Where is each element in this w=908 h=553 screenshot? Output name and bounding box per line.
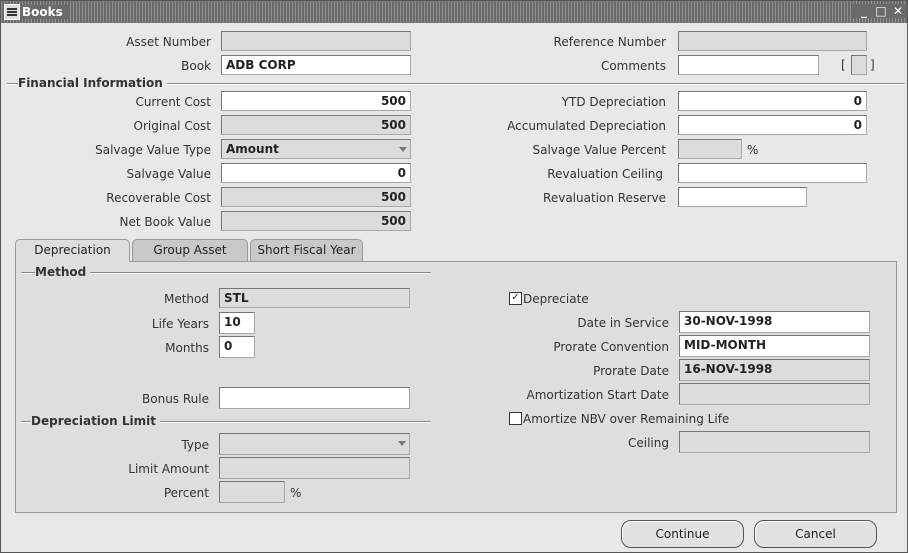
date-in-service-label: Date in Service bbox=[577, 316, 669, 330]
prorate-date-field[interactable]: 16-NOV-1998 bbox=[679, 359, 870, 381]
amortize-nbv-label: Amortize NBV over Remaining Life bbox=[523, 412, 730, 426]
asset-number-label: Asset Number bbox=[126, 35, 211, 49]
limit-percent-field[interactable] bbox=[219, 481, 285, 503]
limit-amount-field[interactable] bbox=[219, 457, 410, 479]
salvage-percent-sign: % bbox=[747, 143, 759, 157]
current-cost-field[interactable]: 500 bbox=[221, 91, 411, 111]
books-window: Books _ □ ✕ Asset Number Reference Numbe… bbox=[0, 0, 908, 553]
original-cost-field[interactable]: 500 bbox=[221, 115, 411, 135]
revaluation-reserve-field[interactable] bbox=[678, 187, 807, 207]
prorate-convention-field[interactable]: MID-MONTH bbox=[679, 335, 870, 357]
prorate-date-label: Prorate Date bbox=[593, 364, 669, 378]
reference-number-field[interactable] bbox=[678, 31, 867, 51]
cancel-button[interactable]: Cancel bbox=[754, 520, 877, 548]
comments-label: Comments bbox=[600, 59, 666, 73]
limit-type-select[interactable] bbox=[219, 433, 410, 455]
continue-button[interactable]: Continue bbox=[621, 520, 744, 548]
ceiling-label: Ceiling bbox=[628, 436, 669, 450]
limit-type-label: Type bbox=[181, 438, 209, 452]
bonus-rule-field[interactable] bbox=[219, 387, 410, 409]
salvage-value-type-value: Amount bbox=[226, 142, 279, 156]
current-cost-label: Current Cost bbox=[135, 95, 211, 109]
ytd-depreciation-label: YTD Depreciation bbox=[561, 95, 666, 109]
salvage-value-percent-field[interactable] bbox=[678, 139, 742, 159]
amortization-start-date-field[interactable] bbox=[679, 383, 870, 405]
prorate-convention-label: Prorate Convention bbox=[553, 340, 669, 354]
reference-number-label: Reference Number bbox=[553, 35, 666, 49]
limit-percent-sign: % bbox=[290, 486, 302, 500]
depreciate-label: Depreciate bbox=[523, 292, 589, 306]
descriptive-flexfield[interactable] bbox=[851, 55, 867, 75]
maximize-icon[interactable]: □ bbox=[874, 4, 888, 18]
revaluation-reserve-label: Revaluation Reserve bbox=[543, 191, 666, 205]
limit-percent-label: Percent bbox=[163, 486, 209, 500]
minimize-icon[interactable]: _ bbox=[857, 4, 871, 18]
tab-short-fiscal-year[interactable]: Short Fiscal Year bbox=[250, 239, 363, 261]
ytd-depreciation-field[interactable]: 0 bbox=[678, 91, 867, 111]
original-cost-label: Original Cost bbox=[133, 119, 211, 133]
net-book-value-field[interactable]: 500 bbox=[221, 211, 411, 231]
book-label: Book bbox=[181, 59, 211, 73]
limit-amount-label: Limit Amount bbox=[128, 462, 209, 476]
dropdown-arrow-icon[interactable] bbox=[399, 147, 407, 152]
amortize-nbv-checkbox[interactable] bbox=[509, 412, 522, 425]
dropdown-arrow-icon[interactable] bbox=[398, 441, 406, 446]
method-label: Method bbox=[163, 292, 209, 306]
window-menu-icon[interactable] bbox=[4, 4, 20, 20]
close-icon[interactable]: ✕ bbox=[891, 4, 905, 18]
recoverable-cost-label: Recoverable Cost bbox=[106, 191, 211, 205]
method-section-title: Method bbox=[35, 265, 91, 279]
accumulated-depreciation-field[interactable]: 0 bbox=[678, 115, 867, 135]
salvage-value-type-select[interactable]: Amount bbox=[221, 139, 411, 159]
flexfield-bracket-close: ] bbox=[870, 58, 875, 72]
method-field[interactable]: STL bbox=[219, 288, 410, 308]
window-title: Books bbox=[22, 5, 69, 19]
depreciate-checkbox[interactable]: ✓ bbox=[509, 292, 522, 305]
date-in-service-field[interactable]: 30-NOV-1998 bbox=[679, 311, 870, 333]
life-years-field[interactable]: 10 bbox=[219, 312, 255, 334]
months-label: Months bbox=[165, 341, 209, 355]
salvage-value-label: Salvage Value bbox=[126, 167, 211, 181]
revaluation-ceiling-field[interactable] bbox=[678, 163, 867, 183]
revaluation-ceiling-label: Revaluation Ceiling bbox=[547, 167, 663, 181]
months-field[interactable]: 0 bbox=[219, 336, 255, 358]
net-book-value-label: Net Book Value bbox=[119, 215, 211, 229]
asset-number-field[interactable] bbox=[221, 31, 411, 51]
life-years-label: Life Years bbox=[151, 317, 209, 331]
salvage-value-type-label: Salvage Value Type bbox=[95, 143, 211, 157]
comments-field[interactable] bbox=[678, 55, 819, 75]
amortization-start-date-label: Amortization Start Date bbox=[526, 388, 669, 402]
tab-group-asset[interactable]: Group Asset bbox=[132, 239, 248, 261]
accumulated-depreciation-label: Accumulated Depreciation bbox=[507, 119, 666, 133]
depreciation-limit-section-title: Depreciation Limit bbox=[31, 414, 160, 428]
book-field[interactable]: ADB CORP bbox=[221, 55, 411, 75]
salvage-value-percent-label: Salvage Value Percent bbox=[532, 143, 667, 157]
salvage-value-field[interactable]: 0 bbox=[221, 163, 411, 183]
window-controls: _ □ ✕ bbox=[853, 4, 905, 18]
bonus-rule-label: Bonus Rule bbox=[142, 392, 209, 406]
recoverable-cost-field[interactable]: 500 bbox=[221, 187, 411, 207]
flexfield-bracket-open: [ bbox=[841, 58, 846, 72]
title-bar[interactable]: Books _ □ ✕ bbox=[1, 1, 907, 23]
ceiling-field[interactable] bbox=[679, 431, 870, 453]
tab-depreciation[interactable]: Depreciation bbox=[15, 239, 130, 262]
financial-section-title: Financial Information bbox=[18, 76, 167, 90]
